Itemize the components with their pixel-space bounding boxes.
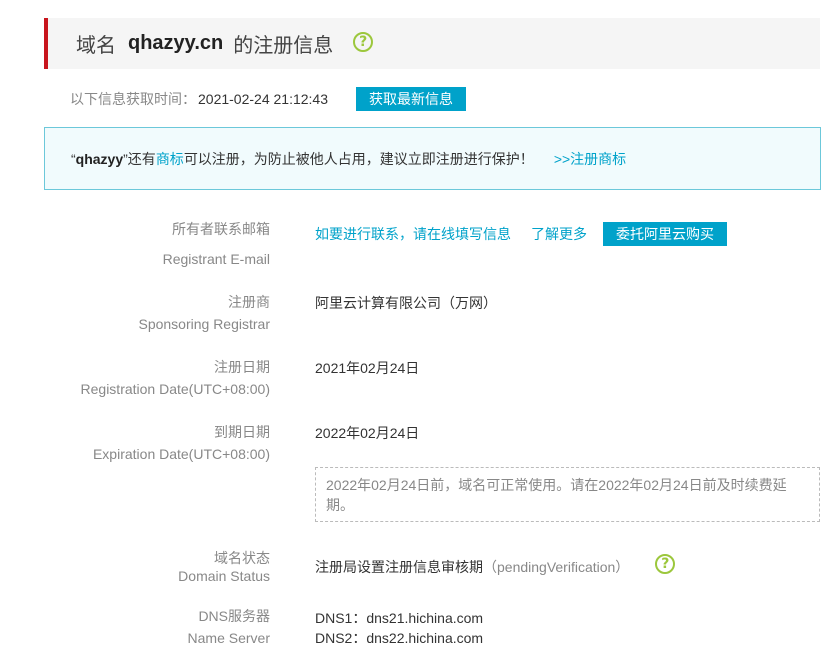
label-en: Domain Status: [178, 568, 270, 584]
notice-name: qhazyy: [75, 150, 124, 167]
question-circle-icon[interactable]: ?: [353, 31, 374, 52]
status-en: （pendingVerification）: [483, 559, 630, 575]
label-domain-status: 域名状态 Domain Status: [178, 547, 270, 587]
title-suffix: 的注册信息: [233, 35, 334, 57]
label-registrant-email: 所有者联系邮箱 Registrant E-mail: [163, 218, 270, 270]
label-en: Registrant E-mail: [162, 251, 270, 267]
domain-name: qhazyy.cn: [128, 32, 224, 54]
registration-date-value: 2021年02月24日: [315, 360, 420, 376]
label-registration-date: 注册日期 Registration Date(UTC+08:00): [81, 356, 270, 400]
title-prefix: 域名: [76, 35, 116, 57]
email-value: 如要进行联系，请在线填写信息 了解更多 委托阿里云购买: [315, 222, 727, 246]
label-en: Expiration Date(UTC+08:00): [92, 446, 270, 462]
question-circle-icon[interactable]: ?: [655, 554, 676, 574]
label-cn: 注册商: [228, 294, 270, 310]
dns-2: DNS2：dns22.hichina.com: [315, 630, 484, 646]
name-server-values: DNS1：dns21.hichina.com DNS2：dns22.hichin…: [315, 608, 483, 648]
page-title-bar: 域名 qhazyy.cn 的注册信息 ?: [44, 18, 820, 69]
renewal-notice: 2022年02月24日前，域名可正常使用。请在2022年02月24日前及时续费延…: [315, 467, 820, 522]
contact-online-link[interactable]: 如要进行联系，请在线填写信息: [315, 224, 511, 244]
refresh-info-button[interactable]: 获取最新信息: [356, 87, 466, 111]
label-expiration-date: 到期日期 Expiration Date(UTC+08:00): [93, 421, 270, 465]
status-cn: 注册局设置注册信息审核期: [315, 559, 483, 575]
fetch-time-value: 2021-02-24 21:12:43: [198, 91, 328, 107]
notice-text-1: ”还有: [123, 150, 156, 167]
entrust-buy-button[interactable]: 委托阿里云购买: [603, 222, 727, 246]
trademark-link[interactable]: 商标: [156, 149, 184, 169]
label-cn: DNS服务器: [198, 608, 270, 624]
expiration-date-value: 2022年02月24日: [315, 425, 420, 441]
label-cn: 所有者联系邮箱: [172, 221, 270, 237]
label-name-server: DNS服务器 Name Server: [188, 605, 270, 649]
registrar-value: 阿里云计算有限公司（万网）: [315, 295, 497, 311]
dns-1: DNS1：dns21.hichina.com: [315, 610, 484, 626]
label-en: Sponsoring Registrar: [138, 316, 270, 332]
label-cn: 注册日期: [214, 359, 270, 375]
fetch-time-row: 以下信息获取时间： 2021-02-24 21:12:43 获取最新信息: [70, 87, 466, 111]
label-cn: 到期日期: [214, 424, 270, 440]
label-registrar: 注册商 Sponsoring Registrar: [138, 291, 270, 335]
label-en: Registration Date(UTC+08:00): [80, 381, 270, 397]
register-trademark-link[interactable]: >>注册商标: [554, 149, 626, 169]
fetch-time-label: 以下信息获取时间：: [70, 91, 196, 107]
trademark-notice: “qhazyy ”还有 商标 可以注册，为防止被他人占用，建议立即注册进行保护！ >>…: [44, 127, 821, 190]
learn-more-link[interactable]: 了解更多: [531, 224, 587, 244]
label-en: Name Server: [187, 630, 270, 646]
notice-text-2: 可以注册，为防止被他人占用，建议立即注册进行保护！: [183, 150, 534, 167]
domain-status-value: 注册局设置注册信息审核期 （pendingVerification） ?: [315, 554, 676, 577]
